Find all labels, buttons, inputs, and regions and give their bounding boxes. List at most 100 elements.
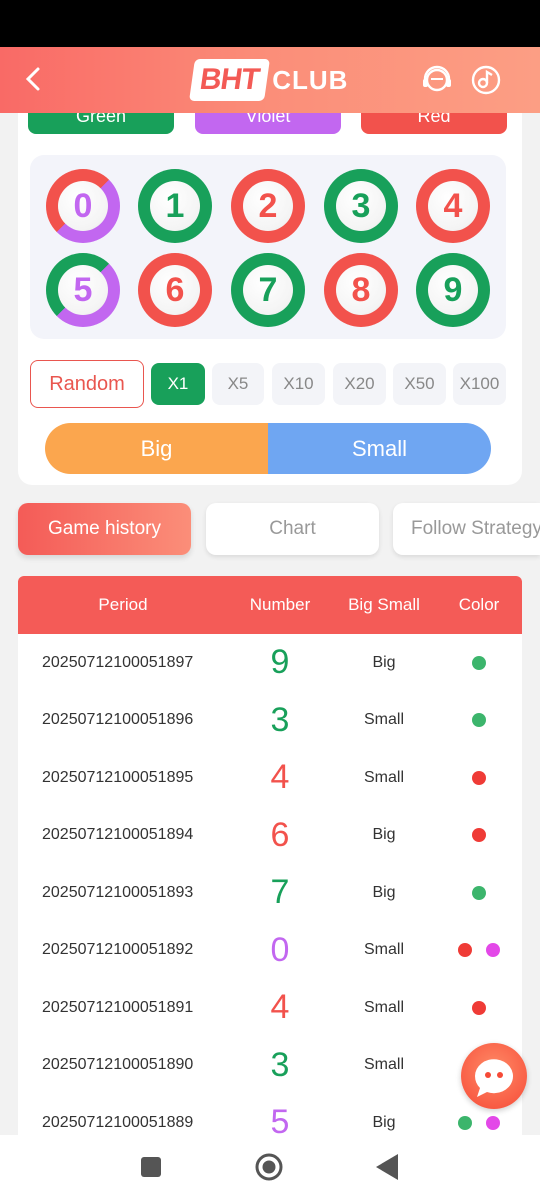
big-button[interactable]: Big — [45, 423, 268, 474]
header-big-small: Big Small — [348, 595, 420, 614]
back-button[interactable] — [18, 64, 48, 94]
back-nav-icon[interactable] — [376, 1154, 398, 1180]
ball-8[interactable]: 8 — [324, 253, 398, 327]
period-cell: 20250712100051889 — [42, 1113, 194, 1131]
status-bar — [0, 0, 540, 47]
period-cell: 20250712100051890 — [42, 1056, 194, 1074]
size-cell: Small — [363, 1056, 404, 1074]
table-row: 20250712100051891 4 Small — [18, 979, 522, 1037]
number-cell: 4 — [270, 988, 290, 1027]
small-button[interactable]: Small — [268, 423, 491, 474]
period-cell: 20250712100051891 — [42, 998, 194, 1016]
multiplier-x10[interactable]: X10 — [272, 363, 325, 405]
table-row: 20250712100051892 0 Small — [18, 922, 522, 980]
number-cell: 3 — [270, 700, 290, 739]
random-button[interactable]: Random — [30, 360, 144, 408]
number-cell: 7 — [270, 873, 290, 912]
logo-box: BHT — [188, 59, 270, 101]
number-cell: 4 — [270, 758, 290, 797]
size-cell: Big — [372, 826, 396, 844]
header-period: Period — [98, 595, 148, 614]
size-cell: Big — [372, 883, 396, 901]
ball-0[interactable]: 0 — [46, 169, 120, 243]
ball-3-label: 3 — [336, 181, 386, 231]
home-icon[interactable] — [255, 1153, 283, 1181]
green-label: Green — [75, 113, 127, 126]
ball-4-label: 4 — [428, 181, 478, 231]
multiplier-x5[interactable]: X5 — [212, 363, 264, 405]
green-dot — [472, 655, 486, 670]
number-ball-grid: 0 1 2 3 4 5 6 7 8 9 — [30, 155, 506, 339]
chat-button[interactable] — [461, 1043, 527, 1109]
ball-7-label: 7 — [243, 265, 293, 315]
size-cell: Small — [363, 998, 404, 1016]
period-cell: 20250712100051892 — [42, 941, 194, 959]
app-logo: BHT CLUB — [188, 59, 349, 101]
table-row: 20250712100051890 3 Small — [18, 1037, 522, 1095]
red-button[interactable]: Red — [361, 113, 507, 134]
music-button[interactable] — [470, 64, 502, 96]
red-dot — [458, 943, 472, 958]
green-dot — [458, 1115, 472, 1130]
color-cell — [436, 1115, 522, 1130]
color-cell — [436, 885, 522, 900]
chevron-left-icon — [25, 67, 40, 91]
red-dot — [472, 1000, 486, 1015]
ball-1[interactable]: 1 — [138, 169, 212, 243]
recent-apps-icon[interactable] — [141, 1157, 161, 1177]
violet-dot — [486, 1115, 500, 1130]
size-cell: Big — [372, 1113, 396, 1131]
ball-4[interactable]: 4 — [416, 169, 490, 243]
tab-follow-strategy[interactable]: Follow Strategy — [393, 503, 540, 555]
table-row: 20250712100051896 3 Small — [18, 692, 522, 750]
tab-chart[interactable]: Chart — [206, 503, 379, 555]
red-label: Red — [417, 113, 451, 126]
header-color: Color — [458, 595, 500, 614]
violet-label: Violet — [245, 113, 291, 126]
multiplier-x1[interactable]: X1 — [151, 363, 205, 405]
green-dot — [472, 885, 486, 900]
violet-dot — [486, 943, 500, 958]
ball-1-label: 1 — [150, 181, 200, 231]
table-row: 20250712100051893 7 Big — [18, 864, 522, 922]
table-row: 20250712100051897 9 Big — [18, 634, 522, 692]
ball-0-label: 0 — [58, 181, 108, 231]
support-button[interactable] — [421, 64, 453, 96]
size-cell: Small — [363, 941, 404, 959]
ball-6-label: 6 — [150, 265, 200, 315]
music-icon — [471, 65, 501, 95]
big-small-toggle: Big Small — [45, 423, 491, 474]
red-dot — [472, 770, 486, 785]
multiplier-x100[interactable]: X100 — [453, 363, 506, 405]
violet-button[interactable]: Violet — [195, 113, 341, 134]
color-cell — [436, 713, 522, 728]
ball-2-label: 2 — [243, 181, 293, 231]
ball-7[interactable]: 7 — [231, 253, 305, 327]
green-dot — [472, 713, 486, 728]
tab-game-history[interactable]: Game history — [18, 503, 191, 555]
ball-6[interactable]: 6 — [138, 253, 212, 327]
number-cell: 6 — [270, 815, 290, 854]
number-cell: 0 — [270, 930, 290, 969]
ball-9[interactable]: 9 — [416, 253, 490, 327]
number-cell: 5 — [270, 1103, 290, 1136]
table-header: Period Number Big Small Color — [18, 576, 522, 634]
multiplier-x20[interactable]: X20 — [333, 363, 386, 405]
multiplier-x50[interactable]: X50 — [393, 363, 446, 405]
ball-2[interactable]: 2 — [231, 169, 305, 243]
color-cell — [436, 770, 522, 785]
header-number: Number — [249, 595, 311, 614]
period-cell: 20250712100051897 — [42, 653, 194, 671]
period-cell: 20250712100051895 — [42, 768, 194, 786]
color-cell — [436, 828, 522, 843]
bet-panel: Green Violet Red 0 1 2 3 4 5 6 7 8 9 Ran… — [18, 113, 522, 485]
table-row: 20250712100051895 4 Small — [18, 749, 522, 807]
red-dot — [472, 828, 486, 843]
ball-5[interactable]: 5 — [46, 253, 120, 327]
number-cell: 3 — [270, 1045, 290, 1084]
chat-bubble-icon — [475, 1059, 513, 1097]
ball-3[interactable]: 3 — [324, 169, 398, 243]
green-button[interactable]: Green — [28, 113, 174, 134]
table-row: 20250712100051889 5 Big — [18, 1094, 522, 1136]
ball-9-label: 9 — [428, 265, 478, 315]
